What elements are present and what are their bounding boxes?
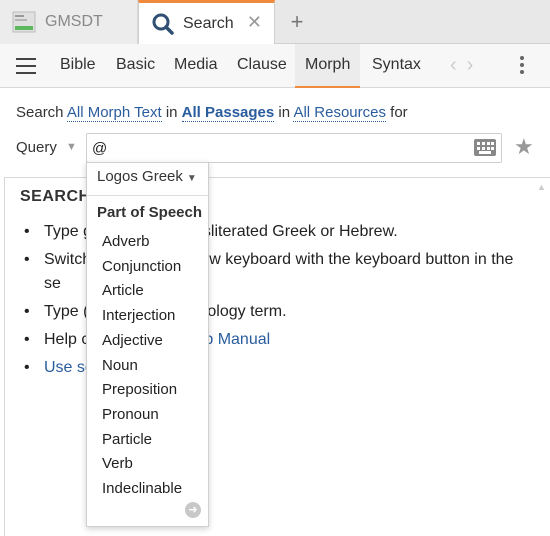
query-input[interactable]: [86, 133, 502, 163]
resources-link[interactable]: All Resources: [293, 104, 386, 122]
for-text: for: [390, 104, 408, 121]
in-text: in: [165, 104, 178, 121]
dropdown-item[interactable]: Adjective: [102, 329, 182, 354]
tab-media[interactable]: Media: [164, 44, 228, 88]
tab-syntax[interactable]: Syntax: [362, 44, 431, 88]
add-tab-icon[interactable]: +: [286, 9, 308, 35]
panel-edge: [4, 177, 5, 536]
search-scope-line: Search All Morph Text in All Passages in…: [16, 104, 408, 122]
passages-link[interactable]: All Passages: [181, 104, 275, 122]
chevron-right-icon[interactable]: ›: [467, 54, 484, 76]
help-manual-link[interactable]: p Manual: [204, 331, 270, 348]
chevron-left-icon[interactable]: ‹: [450, 54, 467, 76]
tab-label: GMSDT: [45, 13, 103, 30]
more-arrow-icon[interactable]: ➜: [185, 502, 201, 518]
tab-gmsdt[interactable]: GMSDT: [0, 0, 138, 44]
dropdown-item[interactable]: Article: [102, 279, 182, 304]
search-prefix: Search: [16, 104, 64, 121]
close-icon[interactable]: ✕: [247, 12, 262, 33]
dropdown-item[interactable]: Interjection: [102, 304, 182, 329]
dropdown-item[interactable]: Pronoun: [102, 403, 182, 428]
more-options-icon[interactable]: [520, 56, 526, 77]
dropdown-item[interactable]: Particle: [102, 428, 182, 453]
document-icon: [12, 11, 36, 33]
tab-search[interactable]: Search ✕: [138, 0, 275, 45]
scroll-up-icon[interactable]: ▲: [537, 182, 546, 192]
tab-bible[interactable]: Bible: [50, 44, 106, 88]
keyboard-icon[interactable]: [474, 139, 496, 156]
search-toolbar: Bible Basic Media Clause Morph Syntax ‹›: [0, 44, 550, 88]
tab-clause[interactable]: Clause: [227, 44, 297, 88]
dropdown-item[interactable]: Preposition: [102, 378, 182, 403]
dropdown-item[interactable]: Noun: [102, 354, 182, 379]
caret-down-icon: ▼: [186, 173, 197, 184]
query-type-select[interactable]: Query: [16, 139, 57, 156]
chevron-down-icon[interactable]: ▼: [66, 141, 77, 153]
scope-link[interactable]: All Morph Text: [66, 104, 162, 122]
language-select[interactable]: Logos Greek ▼: [97, 168, 197, 185]
in-text: in: [278, 104, 291, 121]
dropdown-item[interactable]: Indeclinable: [102, 477, 182, 502]
dropdown-item[interactable]: Adverb: [102, 230, 182, 255]
menu-icon[interactable]: [16, 58, 36, 74]
tab-bar: GMSDT Search ✕ +: [0, 0, 550, 45]
dropdown-item[interactable]: Verb: [102, 452, 182, 477]
dropdown-item[interactable]: Conjunction: [102, 255, 182, 280]
morph-term-dropdown: Logos Greek ▼ Part of Speech Adverb Conju…: [86, 162, 209, 527]
part-of-speech-list: Adverb Conjunction Article Interjection …: [102, 230, 182, 502]
dropdown-divider: [87, 195, 208, 196]
tab-label: Search: [183, 15, 234, 32]
help-heading: SEARCH: [20, 188, 91, 205]
search-icon: [151, 12, 175, 36]
star-icon[interactable]: ★: [514, 134, 534, 160]
part-of-speech-heading: Part of Speech: [97, 204, 203, 221]
tab-basic[interactable]: Basic: [106, 44, 165, 88]
scroll-tabs-arrows[interactable]: ‹›: [450, 54, 483, 77]
tab-morph[interactable]: Morph: [295, 44, 361, 88]
